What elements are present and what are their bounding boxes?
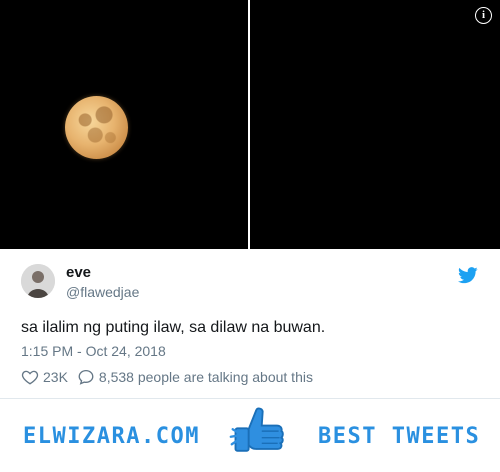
avatar[interactable] xyxy=(21,264,55,298)
reply-bubble-icon[interactable] xyxy=(77,368,95,386)
brand-text[interactable]: ELWIZARA.COM xyxy=(23,424,200,449)
tweet-timestamp[interactable]: 1:15 PM - Oct 24, 2018 xyxy=(21,343,166,359)
moon-photo-right[interactable]: i xyxy=(250,0,500,249)
talking-about-link[interactable]: 8,538 people are talking about this xyxy=(99,369,313,385)
display-name[interactable]: eve xyxy=(66,264,91,281)
tweet-text: sa ilalim ng puting ilaw, sa dilaw na bu… xyxy=(21,319,326,336)
avatar-image xyxy=(21,264,55,298)
user-handle[interactable]: @flawedjae xyxy=(66,284,139,300)
heart-icon[interactable] xyxy=(21,368,39,386)
thumbs-up-icon xyxy=(229,407,284,452)
like-count[interactable]: 23K xyxy=(43,369,68,385)
tagline-text: BEST TWEETS xyxy=(318,424,481,449)
footer-banner: ELWIZARA.COM BEST TWEETS xyxy=(0,399,500,472)
twitter-bird-icon[interactable] xyxy=(458,267,478,284)
moon-photo-left[interactable] xyxy=(0,0,248,249)
info-icon[interactable]: i xyxy=(475,7,492,24)
tweet-actions: 23K 8,538 people are talking about this xyxy=(21,368,313,386)
moon xyxy=(65,96,128,159)
tweet-card: eve @flawedjae sa ilalim ng puting ilaw,… xyxy=(0,250,500,398)
tweet-media: i xyxy=(0,0,500,250)
